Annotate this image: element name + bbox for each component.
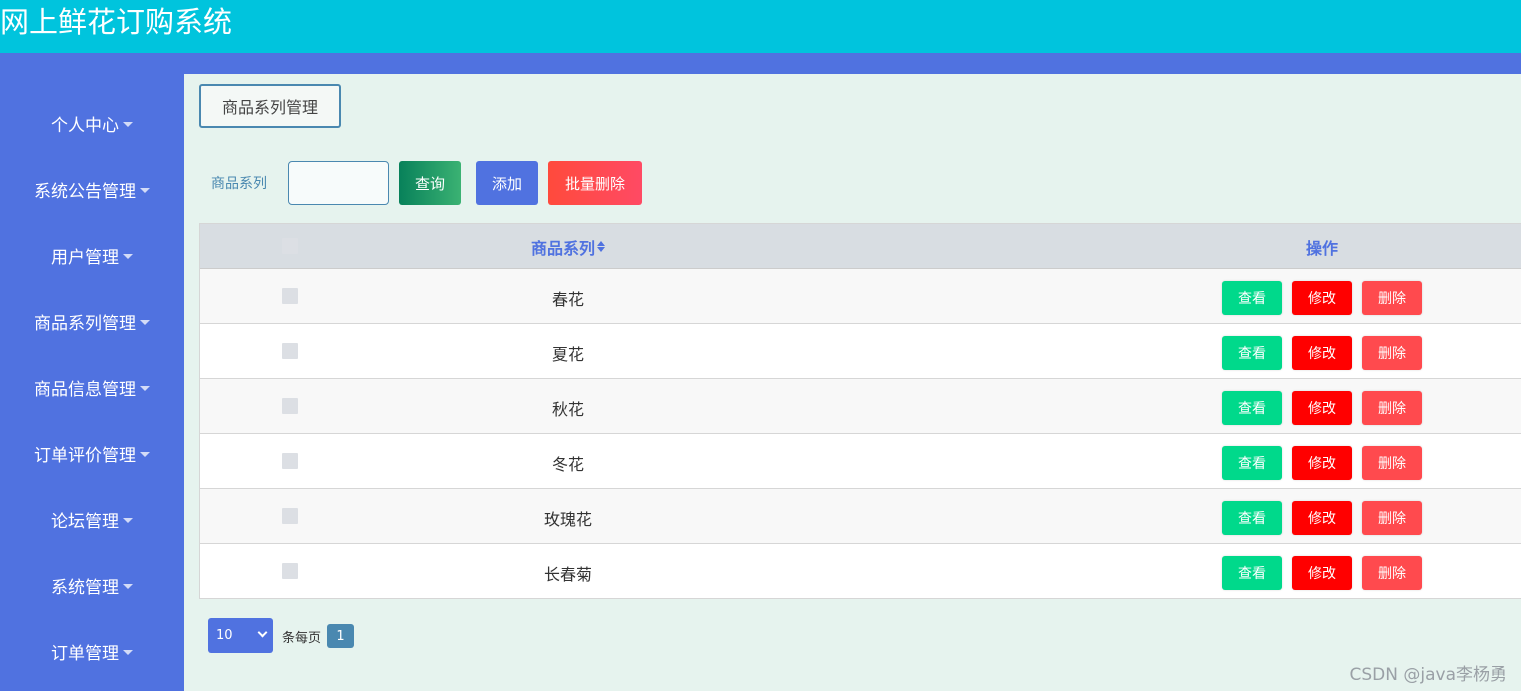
caret-down-icon	[140, 451, 150, 457]
table-row: 秋花 查看 修改 删除	[200, 379, 1521, 434]
series-name-cell: 夏花	[551, 345, 584, 364]
edit-button[interactable]: 修改	[1292, 281, 1352, 315]
caret-down-icon	[140, 385, 150, 391]
caret-down-icon	[140, 319, 150, 325]
series-name-cell: 玫瑰花	[543, 510, 592, 529]
table-row: 冬花 查看 修改 删除	[200, 434, 1521, 489]
view-button[interactable]: 查看	[1222, 556, 1282, 590]
select-all-checkbox[interactable]	[282, 238, 298, 254]
per-page-label: 条每页	[282, 631, 322, 646]
sidebar-item-personal-center[interactable]: 个人中心	[0, 103, 184, 143]
view-button[interactable]: 查看	[1222, 281, 1282, 315]
sidebar-item-label: 系统公告管理	[34, 181, 136, 202]
series-name-cell: 秋花	[551, 400, 584, 419]
page-size-value: 10	[216, 628, 233, 643]
sidebar-item-product-series[interactable]: 商品系列管理	[0, 301, 184, 341]
delete-button[interactable]: 删除	[1362, 556, 1422, 590]
query-button[interactable]: 查询	[399, 161, 461, 205]
app-title: 网上鲜花订购系统	[0, 5, 233, 39]
column-header-label: 商品系列	[530, 238, 595, 258]
sidebar-item-label: 系统管理	[51, 577, 119, 598]
sidebar-item-order-reviews[interactable]: 订单评价管理	[0, 433, 184, 473]
column-header-label: 操作	[1305, 238, 1338, 258]
caret-down-icon	[140, 187, 150, 193]
data-table: 商品系列 操作 春花 查看 修改 删除 夏花 查看 修改 删除 秋花 查看 修改	[199, 223, 1521, 599]
table-row: 夏花 查看 修改 删除	[200, 324, 1521, 379]
search-label: 商品系列	[211, 176, 267, 192]
sidebar-item-label: 个人中心	[51, 115, 119, 136]
edit-button[interactable]: 修改	[1292, 501, 1352, 535]
row-checkbox[interactable]	[282, 453, 298, 469]
series-name-cell: 长春菊	[543, 565, 592, 584]
main-content: 商品系列管理 商品系列 查询 添加 批量删除 商品系列 操作 春花 查看 修改 …	[184, 74, 1521, 691]
sidebar-item-system[interactable]: 系统管理	[0, 565, 184, 605]
sidebar-item-product-info[interactable]: 商品信息管理	[0, 367, 184, 407]
delete-button[interactable]: 删除	[1362, 446, 1422, 480]
sidebar-nav: 个人中心 系统公告管理 用户管理 商品系列管理 商品信息管理 订单评价管理 论坛…	[0, 74, 184, 691]
delete-button[interactable]: 删除	[1362, 336, 1422, 370]
sidebar-item-forum[interactable]: 论坛管理	[0, 499, 184, 539]
series-name-cell: 冬花	[551, 455, 584, 474]
column-header-actions: 操作	[1222, 224, 1422, 269]
sidebar-item-label: 用户管理	[51, 247, 119, 268]
edit-button[interactable]: 修改	[1292, 556, 1352, 590]
delete-button[interactable]: 删除	[1362, 501, 1422, 535]
edit-button[interactable]: 修改	[1292, 391, 1352, 425]
delete-button[interactable]: 删除	[1362, 391, 1422, 425]
row-checkbox[interactable]	[282, 508, 298, 524]
view-button[interactable]: 查看	[1222, 336, 1282, 370]
add-button[interactable]: 添加	[476, 161, 538, 205]
table-header: 商品系列 操作	[200, 224, 1521, 269]
sidebar-item-label: 订单评价管理	[34, 445, 136, 466]
watermark: CSDN @java李杨勇	[1349, 665, 1508, 685]
chevron-down-icon	[257, 627, 268, 638]
view-button[interactable]: 查看	[1222, 446, 1282, 480]
sidebar-item-users[interactable]: 用户管理	[0, 235, 184, 275]
table-row: 玫瑰花 查看 修改 删除	[200, 489, 1521, 544]
sidebar-item-label: 论坛管理	[51, 511, 119, 532]
table-row: 春花 查看 修改 删除	[200, 269, 1521, 324]
header-divider-bar	[0, 53, 1521, 74]
edit-button[interactable]: 修改	[1292, 336, 1352, 370]
edit-button[interactable]: 修改	[1292, 446, 1352, 480]
caret-down-icon	[123, 253, 133, 259]
sidebar-item-announcement[interactable]: 系统公告管理	[0, 169, 184, 209]
search-input[interactable]	[288, 161, 389, 205]
caret-down-icon	[123, 583, 133, 589]
page-number-button[interactable]: 1	[327, 624, 354, 648]
sidebar-item-label: 订单管理	[51, 643, 119, 664]
page-size-select[interactable]: 10	[208, 618, 273, 653]
row-checkbox[interactable]	[282, 563, 298, 579]
caret-down-icon	[123, 649, 133, 655]
series-name-cell: 春花	[551, 290, 584, 309]
caret-down-icon	[123, 517, 133, 523]
row-checkbox[interactable]	[282, 398, 298, 414]
table-row: 长春菊 查看 修改 删除	[200, 544, 1521, 599]
view-button[interactable]: 查看	[1222, 391, 1282, 425]
sidebar-item-label: 商品信息管理	[34, 379, 136, 400]
sort-icon[interactable]	[597, 241, 605, 252]
page-title-tab: 商品系列管理	[199, 84, 341, 128]
row-checkbox[interactable]	[282, 288, 298, 304]
row-checkbox[interactable]	[282, 343, 298, 359]
column-header-series[interactable]: 商品系列	[468, 224, 668, 269]
view-button[interactable]: 查看	[1222, 501, 1282, 535]
caret-down-icon	[123, 121, 133, 127]
top-header: 网上鲜花订购系统	[0, 0, 1521, 53]
delete-button[interactable]: 删除	[1362, 281, 1422, 315]
sidebar-item-orders[interactable]: 订单管理	[0, 631, 184, 671]
sidebar-item-label: 商品系列管理	[34, 313, 136, 334]
batch-delete-button[interactable]: 批量删除	[548, 161, 642, 205]
